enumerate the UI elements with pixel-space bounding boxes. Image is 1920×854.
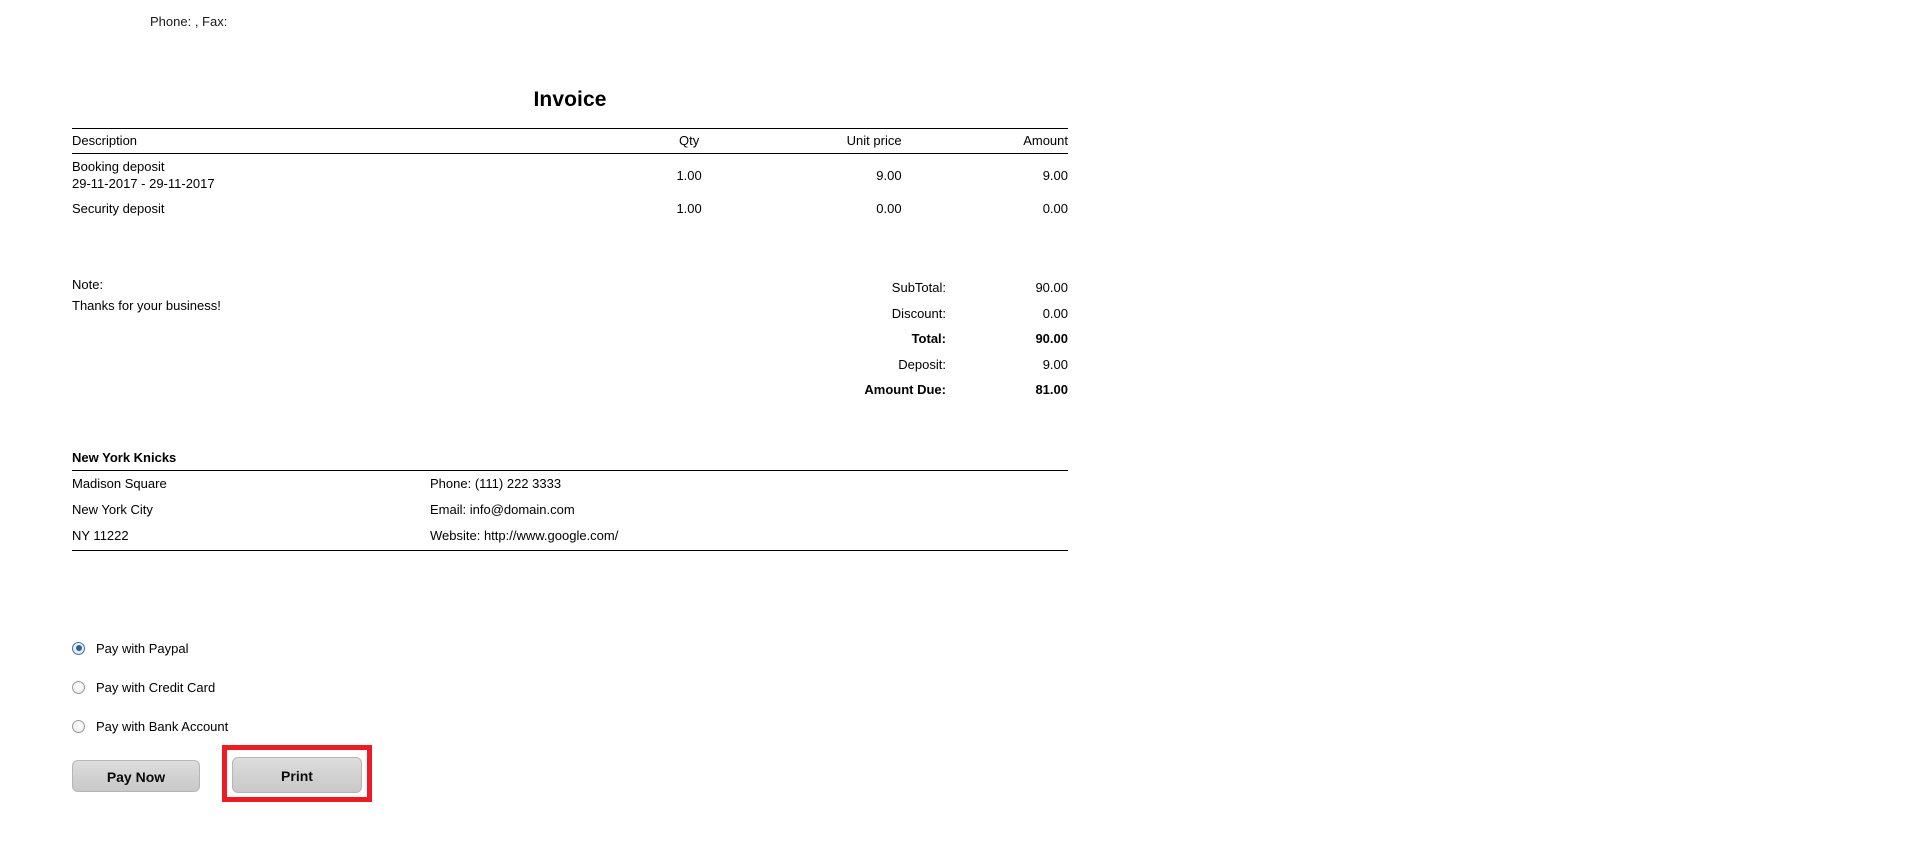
item-description-cell: Booking deposit 29-11-2017 - 29-11-2017 <box>72 154 625 196</box>
page-title: Invoice <box>533 88 607 111</box>
payment-option-paypal[interactable]: Pay with Paypal <box>72 637 228 659</box>
company-block: New York Knicks Madison Square Phone: (1… <box>72 450 1068 551</box>
company-row: NY 11222 Website: http://www.google.com/ <box>72 523 1068 550</box>
pay-now-button[interactable]: Pay Now <box>72 760 200 792</box>
company-name: New York Knicks <box>72 450 177 465</box>
column-header-description: Description <box>72 128 625 154</box>
payment-option-label: Pay with Bank Account <box>96 718 229 734</box>
payment-option-label: Pay with Paypal <box>96 640 189 656</box>
totals-label: Amount Due: <box>864 382 946 397</box>
table-row: Booking deposit 29-11-2017 - 29-11-2017 … <box>72 154 1068 196</box>
invoice-page: Phone: , Fax: Invoice Description Qty Un… <box>0 0 1920 854</box>
item-unit-price: 0.00 <box>876 200 902 216</box>
company-website: Website: http://www.google.com/ <box>430 528 619 544</box>
payment-option-bank-account[interactable]: Pay with Bank Account <box>72 715 228 737</box>
totals-block: SubTotal: 90.00 Discount: 0.00 Total: 90… <box>640 275 1068 403</box>
company-phone: Phone: (111) 222 3333 <box>430 476 562 491</box>
radio-credit-card-icon[interactable] <box>72 680 85 694</box>
radio-bank-account-icon[interactable] <box>72 719 85 733</box>
column-header-qty: Qty <box>624 128 754 154</box>
item-qty: 1.00 <box>676 167 702 183</box>
totals-label: Discount: <box>891 305 946 321</box>
company-contact-table: Madison Square Phone: (111) 222 3333 New… <box>72 470 1068 551</box>
company-row: Madison Square Phone: (111) 222 3333 <box>72 471 1068 498</box>
totals-value: 0.00 <box>1042 305 1068 321</box>
totals-label: SubTotal: <box>891 280 946 295</box>
table-header-row: Description Qty Unit price Amount <box>72 128 1068 154</box>
invoice-items-table: Description Qty Unit price Amount Bookin… <box>72 128 1068 220</box>
company-address-line3: NY 11222 <box>72 528 129 544</box>
company-address-line1: Madison Square <box>72 476 167 491</box>
item-description-cell: Security deposit <box>72 196 625 220</box>
totals-row-subtotal: SubTotal: 90.00 <box>640 275 1068 301</box>
header-contact-line: Phone: , Fax: <box>150 14 228 29</box>
totals-row-deposit: Deposit: 9.00 <box>640 352 1068 378</box>
item-amount: 9.00 <box>1042 167 1068 183</box>
note-label: Note: <box>72 277 104 292</box>
item-qty: 1.00 <box>676 200 702 216</box>
column-header-unit-price: Unit price <box>753 128 914 154</box>
totals-value: 9.00 <box>1042 356 1068 372</box>
column-header-amount: Amount <box>913 128 1068 154</box>
radio-paypal-icon[interactable] <box>72 641 85 655</box>
item-description: Security deposit <box>72 200 165 216</box>
totals-row-discount: Discount: 0.00 <box>640 301 1068 327</box>
company-address-line2: New York City <box>72 502 153 518</box>
totals-label: Deposit: <box>898 356 946 372</box>
payment-option-credit-card[interactable]: Pay with Credit Card <box>72 676 228 698</box>
totals-value: 90.00 <box>1035 331 1068 346</box>
item-amount: 0.00 <box>1042 200 1068 216</box>
payment-options-group: Pay with Paypal Pay with Credit Card Pay… <box>72 637 228 754</box>
company-email: Email: info@domain.com <box>430 502 575 518</box>
totals-row-total: Total: 90.00 <box>640 326 1068 352</box>
item-description-dates: 29-11-2017 - 29-11-2017 <box>72 176 215 192</box>
company-row: New York City Email: info@domain.com <box>72 497 1068 523</box>
item-description: Booking deposit <box>72 159 165 174</box>
totals-label: Total: <box>911 331 946 346</box>
print-button[interactable]: Print <box>232 757 362 793</box>
note-text: Thanks for your business! <box>72 297 221 313</box>
item-unit-price: 9.00 <box>876 167 902 183</box>
payment-option-label: Pay with Credit Card <box>96 679 216 695</box>
totals-value: 90.00 <box>1035 280 1068 295</box>
table-row: Security deposit 1.00 0.00 0.00 <box>72 196 1068 220</box>
note-block: Note: Thanks for your business! <box>72 275 221 316</box>
totals-value: 81.00 <box>1035 382 1068 397</box>
totals-row-amount-due: Amount Due: 81.00 <box>640 377 1068 403</box>
